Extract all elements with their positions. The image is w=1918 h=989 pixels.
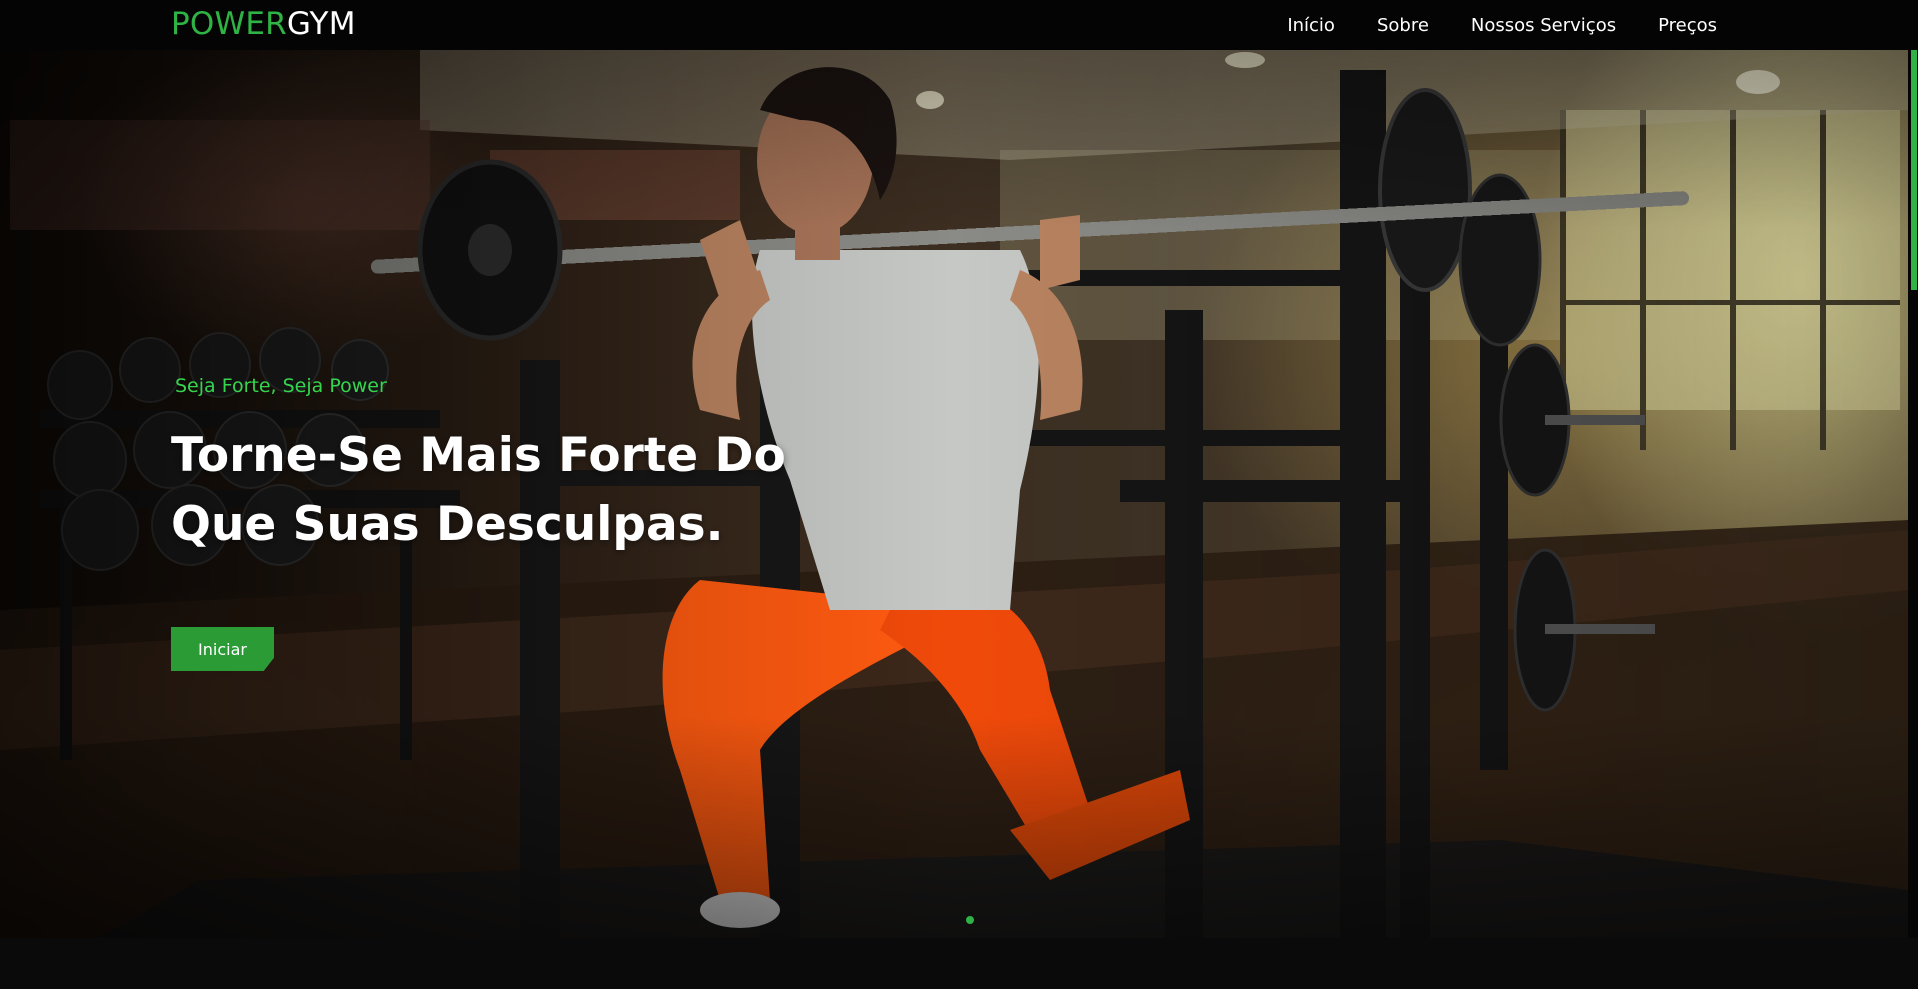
hero-title-line-1: Torne-Se Mais Forte Do	[171, 428, 786, 483]
scroll-indicator[interactable]	[1908, 0, 1918, 938]
nav-link-precos[interactable]: Preços	[1658, 15, 1717, 36]
page-bottom-band	[0, 938, 1918, 989]
nav-link-inicio[interactable]: Início	[1287, 15, 1335, 36]
logo-text-power: POWER	[171, 6, 287, 42]
hero-title-line-2: Que Suas Desculpas.	[171, 497, 724, 552]
nav-link-servicos[interactable]: Nossos Serviços	[1471, 15, 1616, 36]
hero-tagline: Seja Forte, Seja Power	[175, 375, 387, 397]
brand-logo[interactable]: POWERGYM	[171, 6, 356, 42]
nav-link-sobre[interactable]: Sobre	[1377, 15, 1429, 36]
start-button[interactable]: Iniciar	[171, 627, 274, 671]
hero-content: Seja Forte, Seja Power Torne-Se Mais For…	[171, 373, 811, 671]
slider-dot-active[interactable]	[966, 916, 974, 924]
hero-section: Seja Forte, Seja Power Torne-Se Mais For…	[0, 50, 1908, 938]
hero-title: Torne-Se Mais Forte Do Que Suas Desculpa…	[171, 421, 811, 559]
logo-text-gym: GYM	[286, 6, 356, 42]
main-nav: Início Sobre Nossos Serviços Preços	[1287, 0, 1717, 50]
top-navbar: POWERGYM Início Sobre Nossos Serviços Pr…	[0, 0, 1918, 50]
